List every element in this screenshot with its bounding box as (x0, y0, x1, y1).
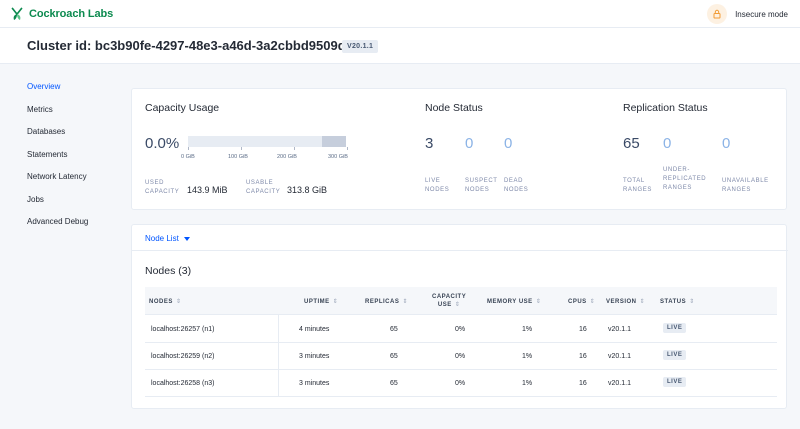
caret-down-icon[interactable] (184, 237, 190, 241)
node-cpus: 16 (579, 380, 587, 387)
sort-icon: ⇕ (332, 299, 339, 305)
sidebar-item-databases[interactable]: Databases (27, 127, 65, 136)
column-header-version[interactable]: VERSION ⇕ (606, 298, 645, 306)
column-header-uptime[interactable]: UPTIME ⇕ (304, 298, 338, 306)
sort-icon: ⇕ (689, 299, 695, 305)
node-name[interactable]: localhost:26257 (n1) (151, 326, 214, 333)
node-capacity-use: 0% (455, 326, 466, 333)
node-capacity-use: 0% (455, 380, 466, 387)
node-version: v20.1.1 (608, 353, 631, 360)
dead-nodes-count: 0 (504, 135, 513, 152)
usable-capacity-label: USABLE CAPACITY (246, 180, 281, 195)
node-name[interactable]: localhost:26258 (n3) (151, 380, 214, 387)
unavailable-ranges-label: UNAVAILABLE RANGES (722, 178, 769, 193)
nodes-table-header: NODES ⇕ UPTIME ⇕ REPLICAS ⇕ CAPACITY USE ⇕ ME… (145, 287, 777, 315)
node-cpus: 16 (579, 353, 587, 360)
sidebar-item-network-latency[interactable]: Network Latency (27, 172, 87, 181)
node-version: v20.1.1 (608, 380, 631, 387)
insecure-mode-label: Insecure mode (735, 9, 788, 19)
node-uptime: 3 minutes (299, 380, 330, 387)
capacity-tick-label: 200 GiB (277, 154, 297, 160)
table-row: localhost:26258 (n3) 3 minutes 65 0% 1% … (145, 370, 777, 397)
nodes-section-title: Nodes (3) (145, 265, 192, 277)
sidebar-item-metrics[interactable]: Metrics (27, 105, 53, 114)
under-replicated-label: UNDER- REPLICATED RANGES (663, 167, 707, 191)
status-badge: LIVE (663, 323, 687, 333)
capacity-bar (188, 136, 346, 147)
capacity-tick (241, 147, 242, 150)
suspect-nodes-count: 0 (465, 135, 474, 152)
node-list-dropdown-bar: Node List (132, 225, 788, 251)
version-badge: V20.1.1 (342, 40, 379, 53)
used-capacity-value: 143.9 MiB (187, 185, 228, 195)
table-row: localhost:26259 (n2) 3 minutes 65 0% 1% … (145, 343, 777, 370)
node-version: v20.1.1 (608, 326, 631, 333)
node-uptime: 3 minutes (299, 353, 330, 360)
dead-nodes-label: DEAD NODES (504, 178, 529, 193)
node-replicas: 65 (390, 326, 398, 333)
live-nodes-count: 3 (425, 135, 434, 152)
brand-name: Cockroach Labs (29, 8, 114, 20)
capacity-bar-usable-fill (322, 136, 346, 147)
status-badge: LIVE (663, 377, 687, 387)
replication-status-title: Replication Status (623, 102, 708, 114)
node-memory-use: 1% (522, 380, 533, 387)
column-header-replicas[interactable]: REPLICAS ⇕ (365, 298, 408, 306)
capacity-tick (294, 147, 295, 150)
cockroach-logo-icon (11, 7, 23, 20)
insecure-mode-indicator[interactable]: Insecure mode (707, 4, 788, 24)
node-uptime: 4 minutes (299, 326, 330, 333)
column-header-capacity-use[interactable]: CAPACITY USE ⇕ (432, 293, 466, 309)
capacity-tick-label: 100 GiB (228, 154, 248, 160)
sort-icon: ⇕ (454, 302, 461, 308)
sidebar-item-advanced-debug[interactable]: Advanced Debug (27, 217, 88, 226)
page-title: Cluster id: bc3b90fe-4297-48e3-a46d-3a2c… (27, 38, 346, 53)
node-memory-use: 1% (522, 353, 533, 360)
status-badge: LIVE (663, 350, 687, 360)
table-row: localhost:26257 (n1) 4 minutes 65 0% 1% … (145, 316, 777, 343)
column-header-cpus[interactable]: CPUS ⇕ (568, 298, 595, 306)
sort-icon: ⇕ (535, 299, 542, 305)
under-replicated-count: 0 (663, 135, 672, 152)
sort-icon: ⇕ (589, 299, 596, 305)
capacity-usage-title: Capacity Usage (145, 102, 220, 114)
used-capacity-label: USED CAPACITY (145, 180, 180, 195)
node-cpus: 16 (579, 326, 587, 333)
live-nodes-label: LIVE NODES (425, 178, 450, 193)
capacity-tick-label: 300 GiB (328, 154, 348, 160)
sort-icon: ⇕ (402, 299, 408, 305)
sidebar-item-overview[interactable]: Overview (27, 82, 60, 91)
suspect-nodes-label: SUSPECT NODES (465, 178, 498, 193)
sidebar-item-jobs[interactable]: Jobs (27, 195, 44, 204)
nodes-card: Node List Nodes (3) NODES ⇕ UPTIME ⇕ REPLI… (131, 224, 788, 409)
unavailable-ranges-count: 0 (722, 135, 731, 152)
cluster-summary-card: Capacity Usage 0.0% 0 GiB 100 GiB 200 Gi… (131, 88, 787, 210)
total-ranges-count: 65 (623, 135, 640, 152)
column-header-nodes[interactable]: NODES ⇕ (149, 298, 181, 306)
node-replicas: 65 (390, 380, 398, 387)
node-capacity-use: 0% (455, 353, 466, 360)
total-ranges-label: TOTAL RANGES (623, 178, 652, 193)
column-header-status[interactable]: STATUS ⇕ (660, 298, 695, 306)
sort-icon: ⇕ (175, 299, 182, 305)
capacity-tick (188, 147, 189, 150)
node-memory-use: 1% (522, 326, 533, 333)
lock-icon (707, 4, 728, 24)
node-list-dropdown[interactable]: Node List (145, 234, 179, 243)
sidebar-item-statements[interactable]: Statements (27, 150, 67, 159)
sort-icon: ⇕ (639, 299, 646, 305)
capacity-percent: 0.0% (145, 135, 180, 152)
brand-logo[interactable]: Cockroach Labs (9, 6, 113, 22)
page-header: Cluster id: bc3b90fe-4297-48e3-a46d-3a2c… (0, 28, 800, 64)
node-name[interactable]: localhost:26259 (n2) (151, 353, 214, 360)
capacity-tick (347, 147, 348, 150)
node-replicas: 65 (390, 353, 398, 360)
column-header-memory-use[interactable]: MEMORY USE ⇕ (487, 298, 541, 306)
usable-capacity-value: 313.8 GiB (287, 185, 328, 195)
node-status-title: Node Status (425, 102, 483, 114)
capacity-bar-ticks (188, 147, 348, 151)
capacity-tick-label: 0 GiB (181, 154, 195, 160)
top-bar: Cockroach Labs Insecure mode (0, 0, 800, 28)
